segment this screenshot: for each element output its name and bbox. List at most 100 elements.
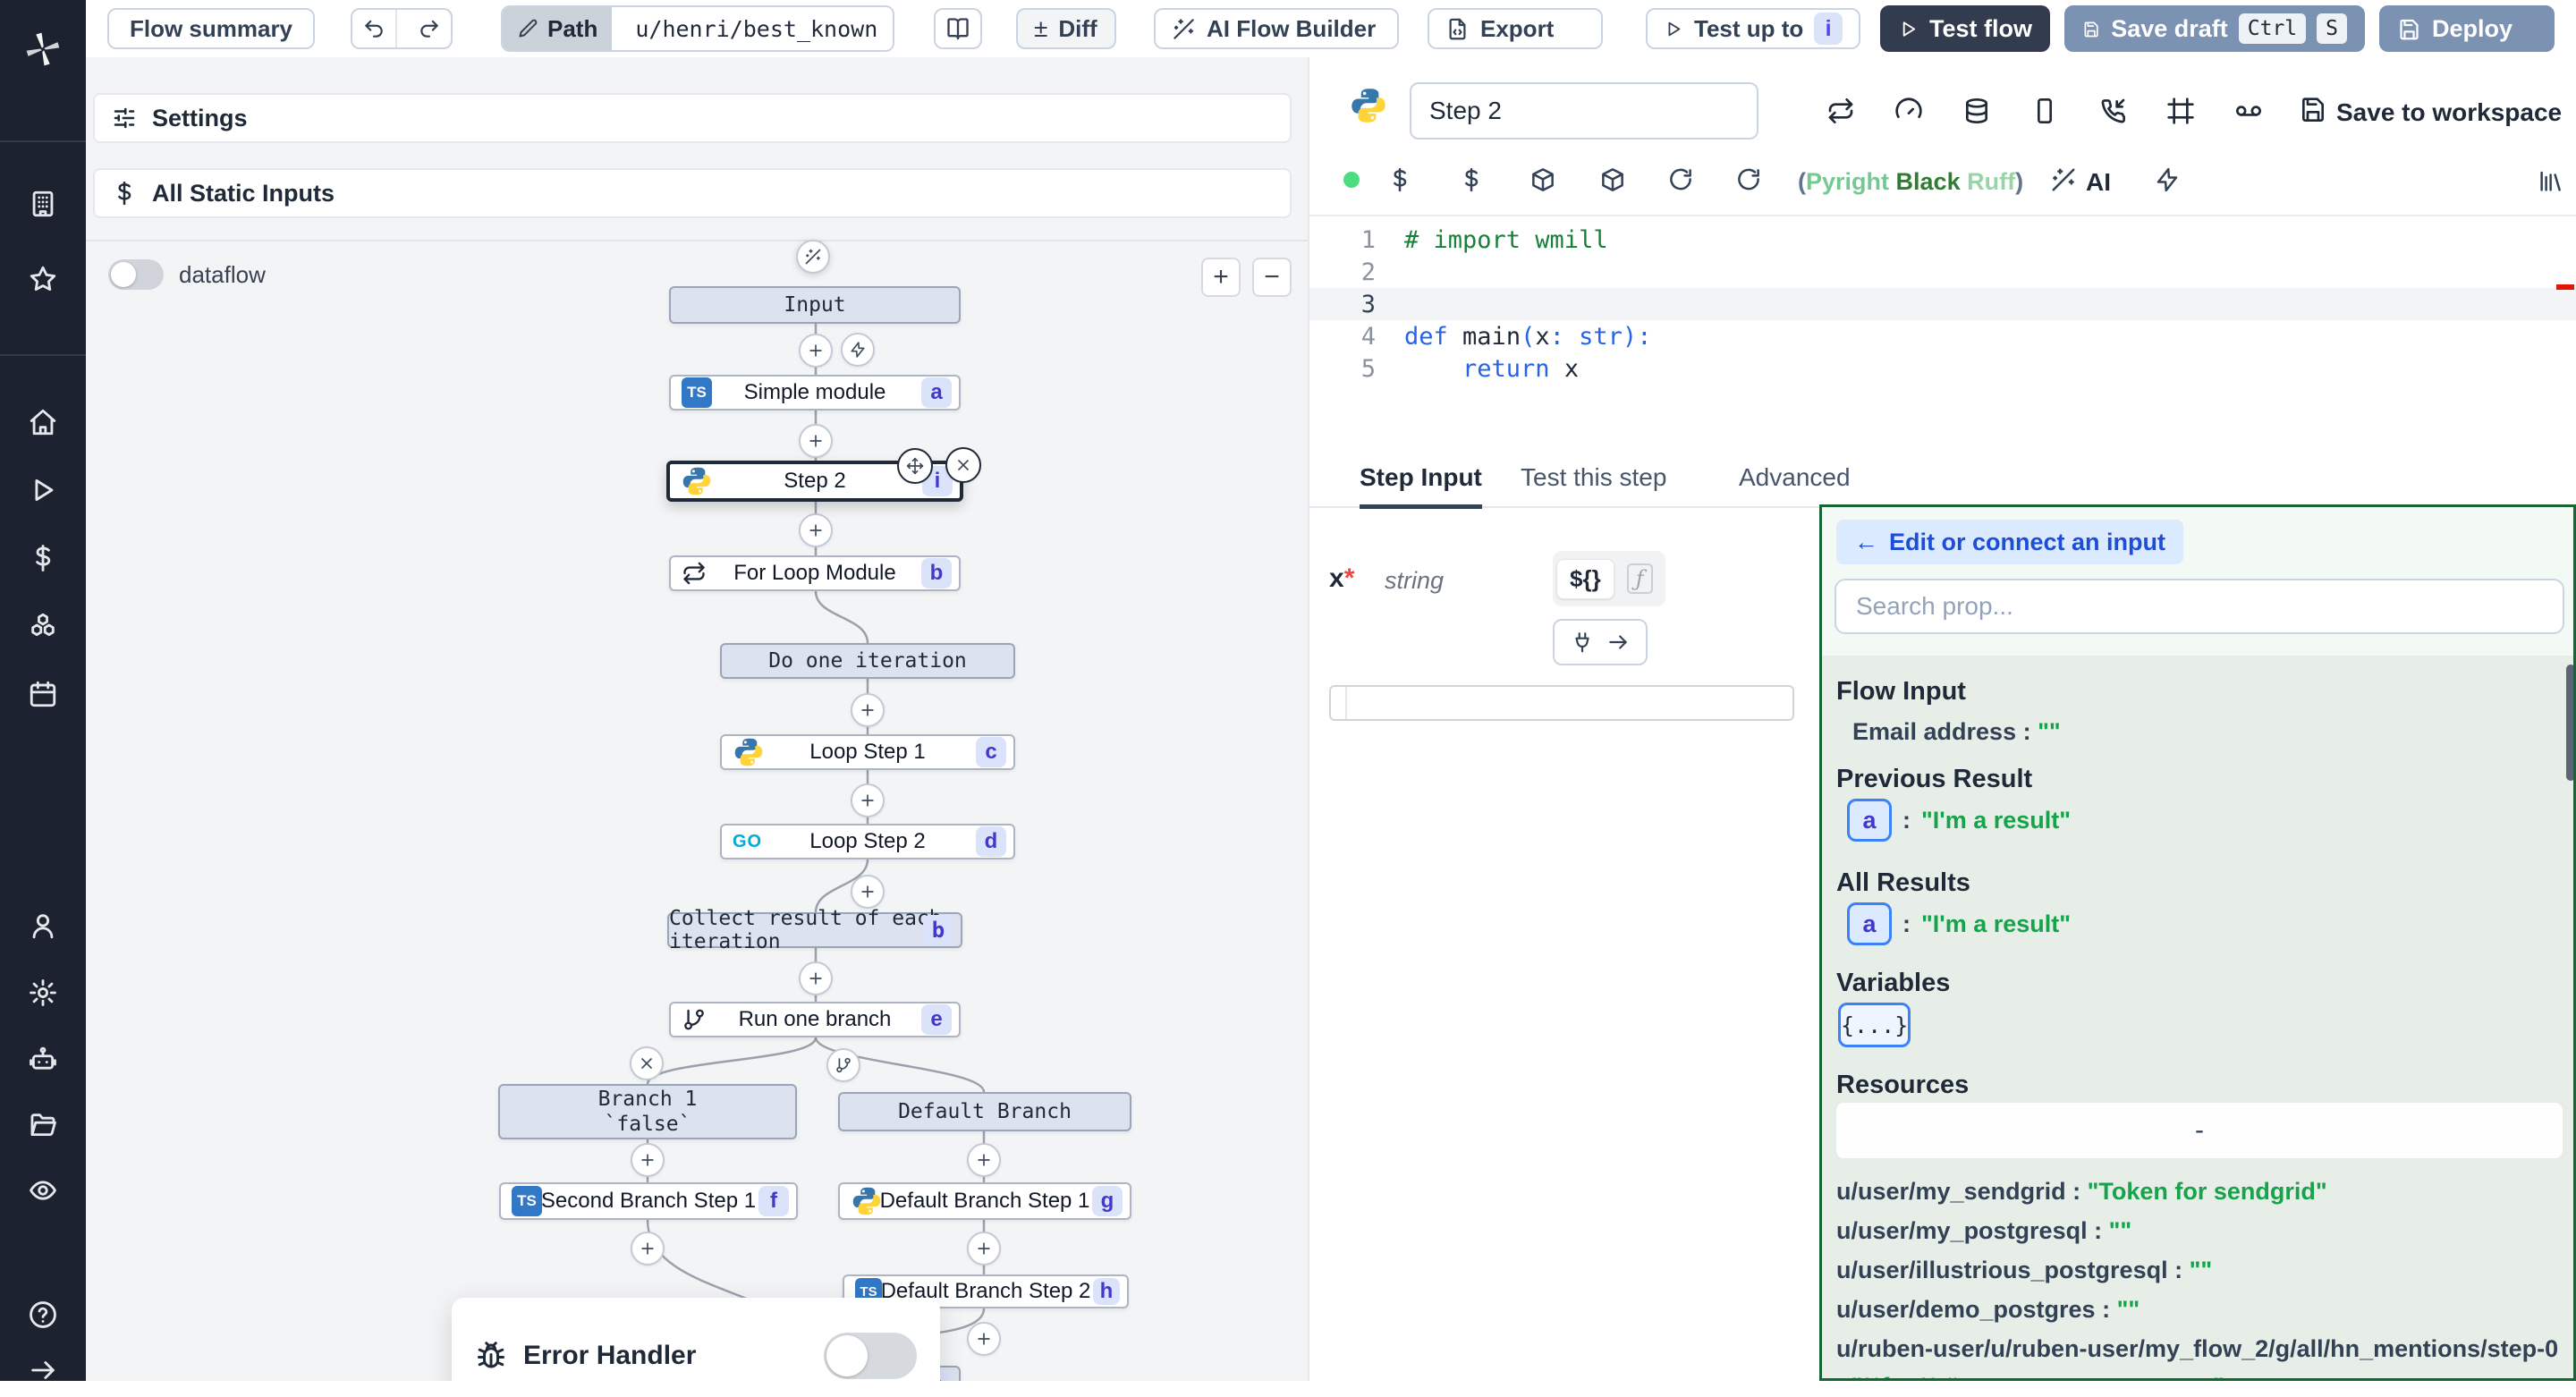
error-handler-toggle[interactable] bbox=[824, 1333, 917, 1379]
add-step-button[interactable] bbox=[967, 1232, 1001, 1266]
sleep-icon[interactable] bbox=[2098, 97, 2127, 125]
edit-or-connect-button[interactable]: ← Edit or connect an input bbox=[1836, 520, 2183, 564]
node-loop-step-1[interactable]: Loop Step 1 c bbox=[720, 734, 1015, 770]
reset-icon[interactable] bbox=[1735, 166, 1762, 193]
sidebar-item-runs[interactable] bbox=[0, 463, 86, 517]
node-for-loop-module[interactable]: For Loop Module b bbox=[669, 555, 961, 591]
save-to-workspace-button[interactable]: Save to workspace bbox=[2336, 98, 2562, 127]
code-line[interactable]: 3 bbox=[1309, 288, 2576, 320]
resource-row[interactable]: u/ruben-user/u/ruben-user/my_flow_2/g/al… bbox=[1836, 1330, 2563, 1381]
search-prop-input[interactable] bbox=[1835, 579, 2564, 634]
add-step-button[interactable] bbox=[851, 783, 885, 817]
add-step-button[interactable] bbox=[631, 1143, 665, 1177]
redo-button[interactable] bbox=[408, 10, 451, 47]
library-icon[interactable] bbox=[2537, 168, 2563, 195]
add-branch-button[interactable] bbox=[826, 1048, 860, 1082]
docs-button[interactable] bbox=[934, 8, 982, 49]
early-stop-icon[interactable] bbox=[2234, 97, 2263, 125]
sidebar-item-resources[interactable] bbox=[0, 599, 86, 653]
node-second-branch-step-1[interactable]: TS Second Branch Step 1 f bbox=[499, 1182, 798, 1220]
sidebar-item-workers[interactable] bbox=[0, 1033, 86, 1087]
sidebar-item-home[interactable] bbox=[0, 395, 86, 449]
code-line[interactable]: 5 return x bbox=[1309, 352, 2576, 385]
add-step-button[interactable] bbox=[799, 961, 833, 995]
delete-step-button[interactable] bbox=[945, 447, 981, 483]
package-icon[interactable] bbox=[1599, 166, 1626, 193]
code-line[interactable]: 4def main(x: str): bbox=[1309, 320, 2576, 352]
mock-icon[interactable] bbox=[2166, 97, 2195, 125]
trigger-button[interactable] bbox=[841, 333, 875, 367]
step-name-input[interactable] bbox=[1410, 82, 1758, 140]
test-up-to-button[interactable]: Test up toi bbox=[1646, 8, 1860, 49]
resources-icon[interactable] bbox=[1458, 166, 1485, 193]
ai-flow-builder-button[interactable]: AI Flow Builder bbox=[1154, 8, 1399, 49]
move-step-handle[interactable] bbox=[897, 448, 933, 484]
test-flow-button[interactable]: Test flow bbox=[1880, 5, 2050, 52]
save-draft-button[interactable]: Save draftCtrlS bbox=[2064, 5, 2365, 52]
node-collect-result[interactable]: Collect result of each iteration b bbox=[667, 912, 962, 948]
zap-icon[interactable] bbox=[2154, 166, 2181, 193]
node-do-one-iteration[interactable]: Do one iteration bbox=[720, 643, 1015, 679]
sidebar-item-audit[interactable] bbox=[0, 1164, 86, 1217]
add-step-button[interactable] bbox=[967, 1322, 1001, 1356]
variables-icon[interactable] bbox=[1386, 166, 1413, 193]
retries-icon[interactable] bbox=[1826, 97, 1855, 125]
sidebar-item-folders[interactable] bbox=[0, 1098, 86, 1152]
sidebar-item-favorites[interactable] bbox=[0, 252, 86, 306]
result-badge[interactable]: a bbox=[1847, 799, 1892, 842]
node-simple-module[interactable]: TS Simple module a bbox=[669, 375, 961, 411]
sidebar-item-settings[interactable] bbox=[0, 966, 86, 1020]
code-line[interactable]: 1# import wmill bbox=[1309, 224, 2576, 256]
template-mode-button[interactable]: ${} bbox=[1556, 559, 1614, 599]
node-run-one-branch[interactable]: Run one branch e bbox=[669, 1002, 961, 1037]
suspend-icon[interactable] bbox=[2030, 97, 2059, 125]
export-button[interactable]: Export bbox=[1428, 8, 1603, 49]
ai-wand-icon[interactable] bbox=[2050, 166, 2077, 193]
sidebar-item-help[interactable] bbox=[0, 1288, 86, 1342]
sidebar-item-workspace[interactable] bbox=[0, 177, 86, 231]
resource-row[interactable]: u/user/demo_postgres : "" bbox=[1836, 1291, 2563, 1328]
plug-icon[interactable] bbox=[1571, 631, 1594, 654]
remove-branch-button[interactable] bbox=[630, 1046, 664, 1080]
ai-button[interactable]: AI bbox=[2086, 168, 2111, 197]
tab-step-input[interactable]: Step Input bbox=[1360, 451, 1482, 509]
sidebar-item-variables[interactable] bbox=[0, 531, 86, 585]
previous-result-row[interactable]: a : "I'm a result" bbox=[1847, 799, 2071, 842]
tab-advanced[interactable]: Advanced bbox=[1739, 451, 1851, 504]
code-editor[interactable]: 1# import wmill234def main(x: str):5 ret… bbox=[1309, 215, 2576, 453]
result-badge[interactable]: a bbox=[1847, 902, 1892, 945]
function-mode-button[interactable]: ƒ bbox=[1618, 564, 1662, 594]
node-input[interactable]: Input bbox=[669, 286, 961, 324]
cache-icon[interactable] bbox=[1962, 97, 1991, 125]
tab-test-this-step[interactable]: Test this step bbox=[1521, 451, 1666, 504]
node-branch-1[interactable]: Branch 1 `false` bbox=[498, 1084, 797, 1139]
node-default-branch[interactable]: Default Branch bbox=[838, 1092, 1131, 1131]
add-step-button[interactable] bbox=[851, 875, 885, 909]
flow-summary-button[interactable]: Flow summary bbox=[107, 8, 315, 49]
arg-value-input[interactable] bbox=[1329, 685, 1794, 721]
add-step-button[interactable] bbox=[967, 1143, 1001, 1177]
sidebar-item-schedules[interactable] bbox=[0, 667, 86, 721]
add-step-button[interactable] bbox=[851, 693, 885, 727]
ai-suggest-button[interactable] bbox=[796, 240, 830, 274]
sidebar-item-user[interactable] bbox=[0, 899, 86, 952]
variables-badge[interactable]: {...} bbox=[1838, 1003, 1911, 1047]
diff-button[interactable]: ±Diff bbox=[1016, 8, 1116, 49]
add-step-button[interactable] bbox=[799, 334, 833, 368]
path-segment[interactable]: Path bbox=[503, 7, 612, 50]
resource-row[interactable]: u/user/my_postgresql : "" bbox=[1836, 1212, 2563, 1249]
sidebar-collapse[interactable] bbox=[0, 1343, 86, 1397]
package-icon[interactable] bbox=[1530, 166, 1556, 193]
code-line[interactable]: 2 bbox=[1309, 256, 2576, 288]
reload-icon[interactable] bbox=[1667, 166, 1694, 193]
flow-input-row[interactable]: Email address : "" bbox=[1852, 718, 2061, 746]
add-step-button[interactable] bbox=[799, 513, 833, 547]
arrow-right-icon[interactable] bbox=[1606, 631, 1630, 654]
node-loop-step-2[interactable]: GO Loop Step 2 d bbox=[720, 824, 1015, 859]
concurrency-icon[interactable] bbox=[1894, 97, 1923, 125]
all-results-row[interactable]: a : "I'm a result" bbox=[1847, 902, 2071, 945]
deploy-button[interactable]: Deploy bbox=[2379, 5, 2555, 52]
node-default-branch-step-1[interactable]: Default Branch Step 1 g bbox=[838, 1182, 1131, 1220]
path-input[interactable] bbox=[623, 7, 893, 50]
scrollbar-thumb[interactable] bbox=[2566, 665, 2575, 781]
